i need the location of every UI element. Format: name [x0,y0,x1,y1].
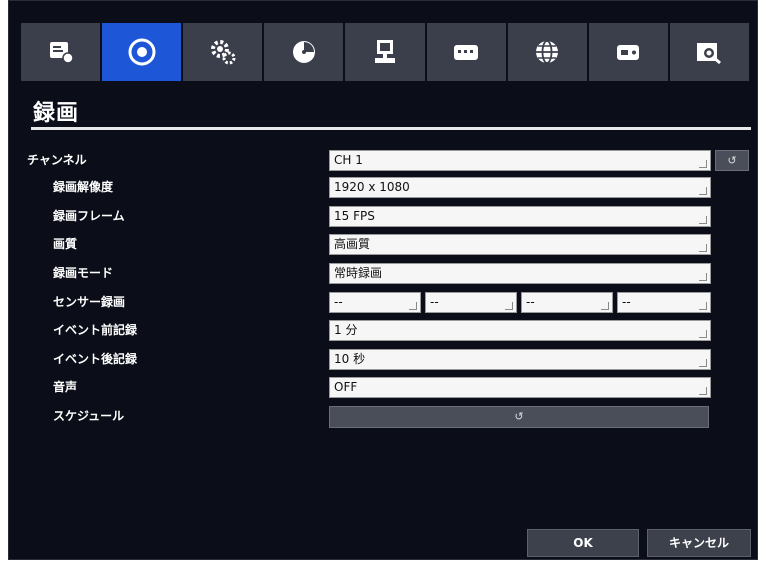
sensor-select-1[interactable]: -- [329,292,421,313]
dropdown-arrow-icon [699,273,707,281]
computer-icon [374,40,395,63]
resolution-select[interactable]: 1920 x 1080 [329,177,711,198]
mode-label: 録画モード [53,266,114,280]
recording-settings-window: 録画 チャンネル CH 1 ↺ 録画解像度 1920 x 1080 録画フレーム… [8,0,758,560]
cancel-button[interactable]: キャンセル [647,529,751,557]
storage-icon [617,45,640,60]
quality-value: 高画質 [334,237,371,251]
pre-event-label: イベント前記録 [53,323,138,337]
clock-icon [292,41,315,63]
frame-select[interactable]: 15 FPS [329,206,711,227]
dropdown-arrow-icon [699,160,707,168]
mode-select[interactable]: 常時録画 [329,263,711,284]
quality-label: 画質 [53,237,78,251]
tab-search[interactable] [669,23,749,81]
post-event-label: イベント後記録 [53,352,138,366]
channel-select[interactable]: CH 1 [329,150,711,171]
frame-value: 15 FPS [334,209,375,223]
dropdown-arrow-icon [409,302,417,310]
sensor-label: センサー録画 [53,295,126,309]
display-settings-icon [49,42,74,64]
resolution-label: 録画解像度 [53,180,114,194]
sensor-value-1: -- [334,295,343,309]
tab-network[interactable] [507,23,587,81]
schedule-icon: ↺ [514,410,524,423]
sensor-value-3: -- [526,295,535,309]
gear-icon [210,40,236,65]
sensor-value-4: -- [622,295,631,309]
tab-device[interactable] [345,23,425,81]
dropdown-arrow-icon [699,187,707,195]
tab-schedule[interactable] [264,23,344,81]
dropdown-arrow-icon [699,302,707,310]
pre-event-select[interactable]: 1 分 [329,320,711,341]
ok-button[interactable]: OK [527,529,639,557]
schedule-button[interactable]: ↺ [329,406,709,428]
post-event-value: 10 秒 [334,352,366,366]
channel-label: チャンネル [27,153,87,167]
sensor-select-2[interactable]: -- [425,292,517,313]
frame-label: 録画フレーム [53,209,125,223]
tab-record[interactable] [102,23,182,81]
pre-event-value: 1 分 [334,323,358,337]
audio-value: OFF [334,380,358,394]
channel-value: CH 1 [334,153,363,167]
dropdown-arrow-icon [699,359,707,367]
dropdown-arrow-icon [505,302,513,310]
quality-select[interactable]: 高画質 [329,234,711,255]
audio-select[interactable]: OFF [329,377,711,398]
globe-icon [536,40,559,64]
tab-input[interactable] [426,23,506,81]
title-divider [31,127,751,130]
dropdown-arrow-icon [699,330,707,338]
tab-storage[interactable] [588,23,668,81]
sensor-select-3[interactable]: -- [521,292,613,313]
sensor-value-2: -- [430,295,439,309]
dropdown-arrow-icon [601,302,609,310]
dropdown-arrow-icon [699,244,707,252]
camera-search-icon [697,43,722,65]
mode-value: 常時録画 [334,266,383,280]
post-event-select[interactable]: 10 秒 [329,349,711,370]
resolution-value: 1920 x 1080 [334,180,410,194]
record-icon [128,38,156,66]
copy-channel-button[interactable]: ↺ [715,150,749,171]
tab-system[interactable] [183,23,263,81]
keyboard-icon [454,45,479,60]
dropdown-arrow-icon [699,216,707,224]
sensor-select-4[interactable]: -- [617,292,711,313]
dropdown-arrow-icon [699,387,707,395]
copy-icon: ↺ [727,154,737,167]
page-title: 録画 [33,101,80,126]
audio-label: 音声 [53,380,78,394]
menu-tabs [21,23,749,81]
schedule-label: スケジュール [53,409,125,423]
tab-display[interactable] [21,23,101,81]
